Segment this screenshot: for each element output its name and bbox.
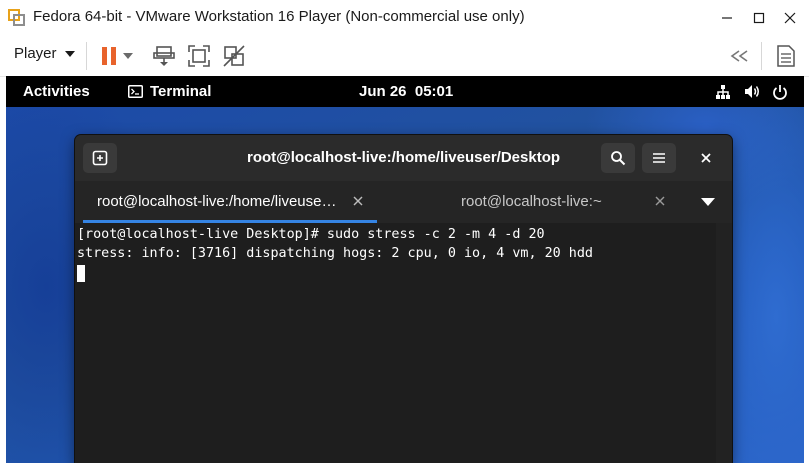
tabs-dropdown-icon[interactable]	[701, 198, 715, 206]
player-toolbar: Player	[0, 36, 809, 77]
maximize-icon	[753, 12, 765, 24]
vmware-logo-icon	[8, 9, 25, 26]
tab-label: root@localhost-live:/home/liveuse…	[97, 193, 337, 210]
app-menu-button[interactable]: Terminal	[128, 83, 211, 100]
minimize-icon	[722, 17, 732, 19]
terminal-close-button[interactable]	[698, 150, 714, 166]
terminal-tab-bar: root@localhost-live:/home/liveuse… root@…	[75, 181, 732, 223]
unity-button[interactable]	[220, 42, 248, 70]
message-log-button[interactable]	[772, 42, 800, 70]
close-button[interactable]	[777, 6, 803, 30]
app-menu-label: Terminal	[150, 83, 212, 100]
pause-dropdown-button[interactable]	[120, 42, 136, 70]
pause-button[interactable]	[95, 42, 123, 70]
send-ctrl-alt-del-icon	[153, 46, 175, 66]
terminal-window[interactable]: root@localhost-live:/home/liveuser/Deskt…	[75, 135, 732, 463]
terminal-app-icon	[128, 85, 143, 98]
terminal-output[interactable]: [root@localhost-live Desktop]# sudo stre…	[75, 223, 732, 463]
message-log-icon	[777, 45, 795, 67]
fit-guest-icon	[188, 45, 210, 67]
send-ctrl-alt-del-button[interactable]	[150, 42, 178, 70]
tab-label: root@localhost-live:~	[461, 193, 602, 210]
pause-icon	[102, 47, 116, 65]
collapse-toolbar-icon	[730, 50, 748, 62]
minimize-button[interactable]	[714, 6, 740, 30]
terminal-line: [root@localhost-live Desktop]# sudo stre…	[77, 227, 545, 242]
collapse-toolbar-button[interactable]	[726, 42, 754, 70]
terminal-scrollbar[interactable]	[716, 223, 732, 463]
toolbar-divider	[86, 42, 87, 70]
player-menu-button[interactable]: Player	[14, 45, 75, 62]
terminal-tab-2[interactable]: root@localhost-live:~	[385, 181, 677, 223]
main-menu-button[interactable]	[642, 143, 676, 173]
volume-icon	[744, 85, 759, 98]
toolbar-divider	[761, 42, 762, 70]
search-button[interactable]	[601, 143, 635, 173]
terminal-tab-1[interactable]: root@localhost-live:/home/liveuse…	[75, 181, 385, 223]
text-cursor	[77, 265, 85, 282]
activities-button[interactable]: Activities	[23, 83, 90, 100]
tab-close-icon[interactable]	[654, 195, 666, 207]
terminal-line: stress: info: [3716] dispatching hogs: 2…	[77, 246, 593, 261]
clock[interactable]: Jun 26 05:01	[359, 83, 453, 100]
fit-guest-button[interactable]	[185, 42, 213, 70]
power-icon	[773, 84, 787, 100]
close-icon	[784, 12, 796, 24]
terminal-header-bar: root@localhost-live:/home/liveuser/Deskt…	[75, 135, 732, 181]
player-menu-label: Player	[14, 45, 57, 62]
gnome-top-bar: Activities Terminal Jun 26 05:01	[6, 76, 804, 107]
unity-icon	[223, 45, 245, 67]
close-icon	[701, 153, 711, 163]
chevron-down-icon	[64, 50, 75, 57]
maximize-button[interactable]	[746, 6, 772, 30]
volume-status[interactable]	[743, 83, 761, 100]
tab-close-icon[interactable]	[352, 195, 364, 207]
chevron-down-icon	[123, 53, 133, 59]
network-icon	[716, 84, 730, 99]
host-window-title: Fedora 64-bit - VMware Workstation 16 Pl…	[33, 8, 525, 25]
power-menu[interactable]	[771, 83, 789, 100]
guest-screen[interactable]: Activities Terminal Jun 26 05:01 root@lo…	[6, 76, 804, 463]
network-status[interactable]	[714, 83, 732, 100]
hamburger-menu-icon	[653, 153, 665, 163]
host-title-bar: Fedora 64-bit - VMware Workstation 16 Pl…	[0, 0, 809, 36]
search-icon	[611, 151, 626, 166]
